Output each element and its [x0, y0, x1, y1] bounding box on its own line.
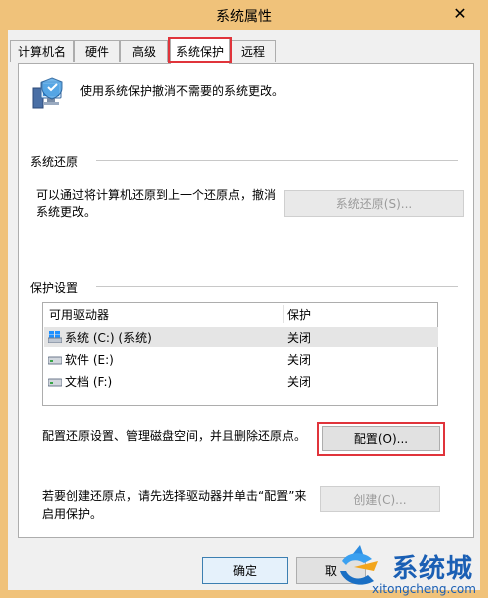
- group-divider: [96, 160, 458, 161]
- close-icon: ✕: [453, 3, 467, 23]
- column-separator: [283, 305, 284, 323]
- tab-computer-name[interactable]: 计算机名: [10, 40, 74, 62]
- restore-description-line2: 系统更改。: [36, 205, 97, 219]
- ok-button[interactable]: 确定: [202, 557, 288, 584]
- group-divider: [96, 286, 458, 287]
- system-protection-icon: [32, 77, 63, 109]
- drive-name: 系统 (C:) (系统): [65, 330, 152, 345]
- close-button[interactable]: ✕: [441, 2, 479, 24]
- tab-remote[interactable]: 远程: [230, 40, 276, 62]
- button-label: 创建(C)...: [353, 492, 407, 507]
- drive-list[interactable]: 可用驱动器 保护 系统 (C:) (系统) 关闭 软件 (E:) 关闭 文档 (…: [42, 302, 438, 406]
- system-restore-group-title: 系统还原: [30, 155, 79, 169]
- button-label: 配置(O)...: [353, 432, 409, 446]
- intro-text: 使用系统保护撤消不需要的系统更改。: [80, 84, 285, 98]
- drive-name: 文档 (F:): [65, 374, 113, 389]
- drive-protection-status: 关闭: [287, 330, 312, 345]
- configure-description: 配置还原设置、管理磁盘空间，并且删除还原点。: [42, 429, 307, 443]
- protection-settings-group-title: 保护设置: [30, 281, 79, 295]
- system-restore-button[interactable]: 系统还原(S)...: [284, 190, 464, 217]
- drive-name-cell: 系统 (C:) (系统): [48, 327, 152, 347]
- tab-system-protection[interactable]: 系统保护: [170, 38, 230, 64]
- table-row[interactable]: 系统 (C:) (系统) 关闭: [44, 327, 438, 347]
- drive-protection-status: 关闭: [287, 352, 312, 367]
- window-title: 系统属性: [216, 9, 272, 25]
- table-row[interactable]: 软件 (E:) 关闭: [44, 349, 438, 369]
- tab-label: 计算机名: [17, 45, 66, 59]
- drive-name: 软件 (E:): [65, 352, 114, 367]
- drive-name-cell: 文档 (F:): [48, 371, 112, 391]
- restore-description-line1: 可以通过将计算机还原到上一个还原点，撤消: [36, 188, 277, 202]
- watermark-brand: 系统城: [392, 554, 474, 584]
- column-header-drive[interactable]: 可用驱动器: [49, 303, 109, 325]
- tab-advanced[interactable]: 高级: [120, 40, 168, 62]
- drive-name-cell: 软件 (E:): [48, 349, 114, 369]
- column-header-protection[interactable]: 保护: [287, 303, 311, 325]
- drive-protection-status: 关闭: [287, 374, 312, 389]
- create-description-line1: 若要创建还原点，请先选择驱动器并单击“配置”来: [42, 489, 307, 503]
- drive-icon: [48, 356, 62, 365]
- configure-button[interactable]: 配置(O)...: [322, 426, 440, 451]
- table-row[interactable]: 文档 (F:) 关闭: [44, 371, 438, 391]
- create-button[interactable]: 创建(C)...: [320, 486, 440, 512]
- title-bar[interactable]: 系统属性 ✕: [0, 0, 488, 30]
- tab-label: 系统保护: [175, 45, 224, 59]
- button-label: 确定: [232, 564, 257, 578]
- button-label: 系统还原(S)...: [335, 197, 413, 211]
- tab-panel: [18, 63, 474, 538]
- tab-label: 高级: [131, 45, 156, 59]
- windows-drive-icon: [48, 331, 62, 343]
- create-description-line2: 启用保护。: [42, 507, 103, 521]
- tab-hardware[interactable]: 硬件: [74, 40, 120, 62]
- watermark-site: xitongcheng.com: [372, 582, 476, 596]
- drive-icon: [48, 378, 62, 387]
- system-properties-window: 系统属性 ✕ 计算机名 硬件 高级 系统保护 远程 使用系统保护撤消不需要的系统…: [0, 0, 488, 598]
- tab-label: 硬件: [84, 45, 109, 59]
- tab-label: 远程: [240, 45, 265, 59]
